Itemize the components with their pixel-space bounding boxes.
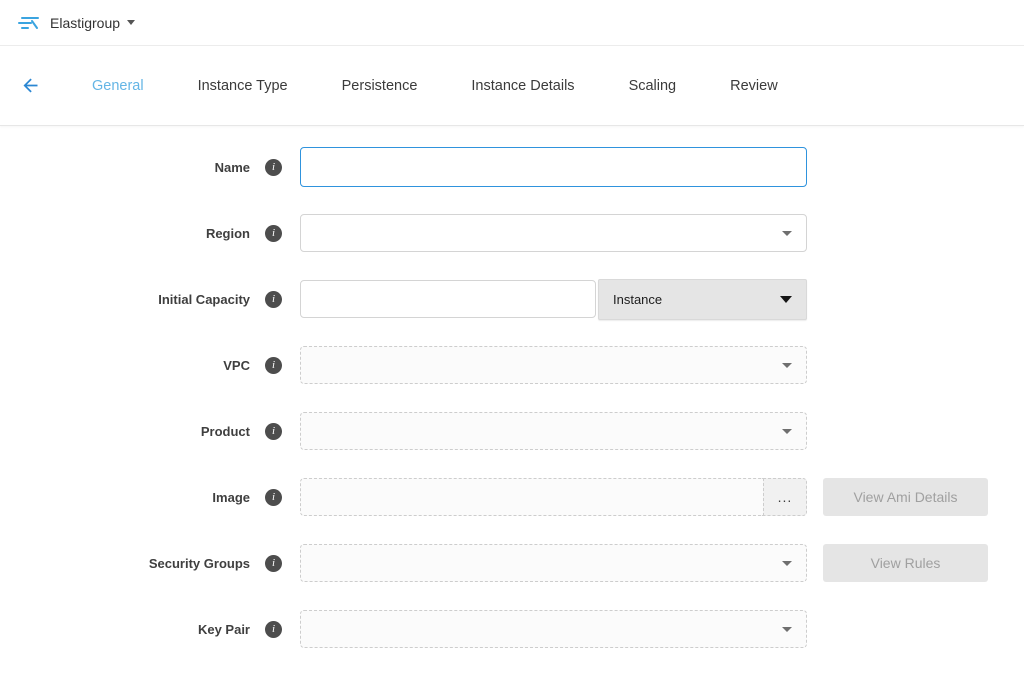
form-row-name: Name i [0,148,1024,186]
chevron-down-icon [127,20,135,25]
chevron-down-icon [782,627,792,632]
chevron-down-icon [782,231,792,236]
image-label: Image [0,490,250,505]
wizard-tabs: General Instance Type Persistence Instan… [65,78,805,94]
info-icon[interactable]: i [265,291,282,308]
form-row-product: Product i [0,412,1024,450]
tab-instance-type[interactable]: Instance Type [171,78,315,94]
tab-scaling[interactable]: Scaling [602,78,704,94]
form-row-key-pair: Key Pair i [0,610,1024,648]
security-groups-label: Security Groups [0,556,250,571]
product-label: Product [0,424,250,439]
info-icon[interactable]: i [265,225,282,242]
product-select[interactable] [300,412,807,450]
back-button[interactable] [20,75,41,96]
vpc-select[interactable] [300,346,807,384]
top-bar: Elastigroup [0,0,1024,46]
image-input[interactable] [300,478,763,516]
chevron-down-icon [782,429,792,434]
info-icon[interactable]: i [265,621,282,638]
region-select[interactable] [300,214,807,252]
capacity-unit-value: Instance [613,292,662,307]
tab-general[interactable]: General [65,78,171,94]
key-pair-label: Key Pair [0,622,250,637]
info-icon[interactable]: i [265,357,282,374]
chevron-down-icon [782,561,792,566]
key-pair-select[interactable] [300,610,807,648]
form-row-image: Image i ... View Ami Details [0,478,1024,516]
region-label: Region [0,226,250,241]
form-row-security-groups: Security Groups i View Rules [0,544,1024,582]
chevron-down-icon [782,363,792,368]
tab-review[interactable]: Review [703,78,805,94]
info-icon[interactable]: i [265,159,282,176]
tab-instance-details[interactable]: Instance Details [444,78,601,94]
tab-persistence[interactable]: Persistence [315,78,445,94]
browse-image-button[interactable]: ... [763,478,807,516]
app-switcher[interactable]: Elastigroup [50,15,135,31]
form-row-initial-capacity: Initial Capacity i Instance [0,280,1024,318]
capacity-unit-select[interactable]: Instance [598,279,807,320]
app-name: Elastigroup [50,15,120,31]
general-form: Name i Region i Initial Capacity i Insta… [0,126,1024,648]
arrow-left-icon [20,75,41,96]
view-rules-button[interactable]: View Rules [823,544,988,582]
wizard-tab-bar: General Instance Type Persistence Instan… [0,46,1024,126]
elastigroup-logo-icon [18,15,40,31]
view-ami-details-button[interactable]: View Ami Details [823,478,988,516]
info-icon[interactable]: i [265,423,282,440]
vpc-label: VPC [0,358,250,373]
name-input[interactable] [300,147,807,187]
name-label: Name [0,160,250,175]
info-icon[interactable]: i [265,489,282,506]
form-row-region: Region i [0,214,1024,252]
info-icon[interactable]: i [265,555,282,572]
initial-capacity-label: Initial Capacity [0,292,250,307]
initial-capacity-input[interactable] [300,280,596,318]
security-groups-select[interactable] [300,544,807,582]
form-row-vpc: VPC i [0,346,1024,384]
chevron-down-icon [780,296,792,303]
